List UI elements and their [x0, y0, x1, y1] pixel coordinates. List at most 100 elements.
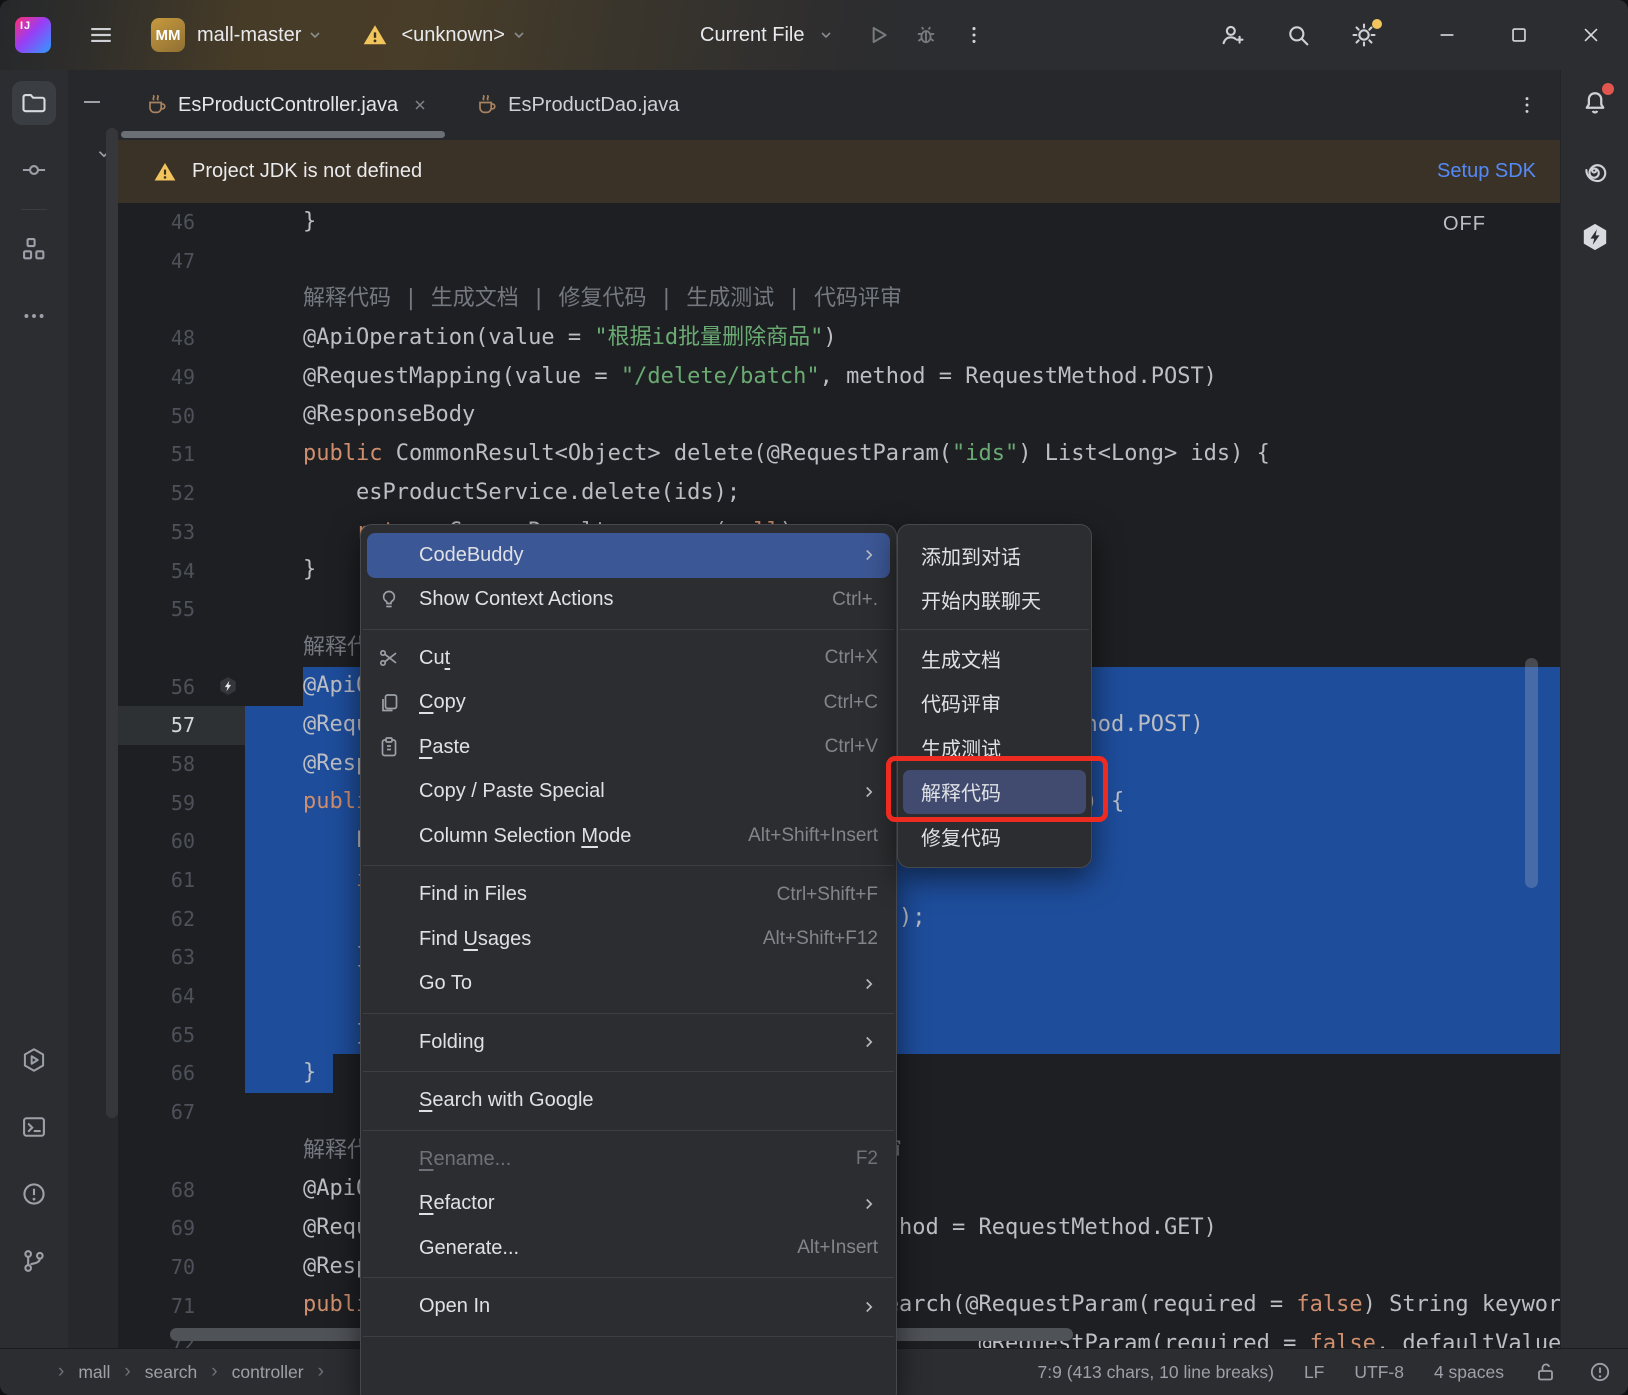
menu-item[interactable]: Search with Google	[361, 1079, 896, 1124]
code-text[interactable]: @ApiOperation(value = "根据id批量删除商品")	[245, 319, 1560, 358]
line-number[interactable]: 56	[118, 667, 245, 706]
line-number[interactable]: 67	[118, 1093, 245, 1132]
code-text[interactable]: 解释代码 | 生成文档 | 修复代码 | 生成测试 | 代码评审	[245, 280, 1560, 319]
line-number[interactable]: 69	[118, 1209, 245, 1248]
caret-position[interactable]: 7:9 (413 chars, 10 line breaks)	[1038, 1362, 1274, 1383]
menu-item[interactable]: 添加到对话	[898, 533, 1091, 578]
vertical-scrollbar[interactable]	[1525, 658, 1538, 888]
line-number[interactable]: 58	[118, 745, 245, 784]
menu-item[interactable]: Refactor	[361, 1182, 896, 1227]
line-number[interactable]: 52	[118, 474, 245, 513]
line-number[interactable]: 57	[118, 706, 245, 745]
editor-tab[interactable]: EsProductDao.java	[448, 70, 699, 140]
menu-item[interactable]: Folding	[361, 1020, 896, 1065]
line-number[interactable]	[118, 280, 245, 319]
tab-close-icon[interactable]	[412, 97, 428, 113]
menu-item[interactable]: CodeBuddy	[367, 533, 890, 578]
code-with-me-icon[interactable]	[1212, 15, 1252, 55]
menu-item[interactable]: 生成文档	[898, 636, 1091, 681]
line-number[interactable]: 46	[118, 203, 245, 242]
menu-item[interactable]: Go To	[361, 962, 896, 1007]
menu-item[interactable]: CutCtrl+X	[361, 636, 896, 681]
maximize-button[interactable]	[1496, 12, 1542, 58]
notifications-bell-icon[interactable]	[1573, 81, 1617, 125]
menu-item[interactable]: 代码评审	[898, 681, 1091, 726]
settings-gear-icon[interactable]	[1344, 15, 1384, 55]
structure-tool-icon[interactable]	[12, 227, 56, 271]
minimize-button[interactable]	[1424, 12, 1470, 58]
commit-tool-icon[interactable]	[12, 148, 56, 192]
breadcrumb-item[interactable]: mall	[78, 1362, 110, 1383]
problems-tool-icon[interactable]	[12, 1172, 56, 1216]
line-number[interactable]: 54	[118, 551, 245, 590]
menu-item[interactable]: Generate...Alt+Insert	[361, 1226, 896, 1271]
splitter-bar[interactable]	[106, 128, 118, 1118]
close-button[interactable]	[1568, 12, 1614, 58]
line-number[interactable]: 55	[118, 590, 245, 629]
run-configuration[interactable]: <unknown>	[401, 24, 504, 47]
line-number[interactable]: 63	[118, 938, 245, 977]
menu-item[interactable]: 生成测试	[898, 725, 1091, 770]
search-everywhere-icon[interactable]	[1278, 15, 1318, 55]
debug-button[interactable]	[906, 15, 946, 55]
line-number[interactable]: 51	[118, 435, 245, 474]
setup-sdk-link[interactable]: Setup SDK	[1437, 160, 1536, 183]
menu-item[interactable]: 解释代码	[903, 770, 1086, 815]
unlock-icon[interactable]	[1534, 1360, 1558, 1384]
project-tool-icon[interactable]	[12, 81, 56, 125]
line-number[interactable]: 50	[118, 396, 245, 435]
menu-item[interactable]: Show Context ActionsCtrl+.	[361, 578, 896, 623]
services-tool-icon[interactable]	[12, 1038, 56, 1082]
line-number[interactable]: 62	[118, 899, 245, 938]
run-widget-selector[interactable]: Current File	[700, 24, 804, 47]
hide-window-icon[interactable]	[80, 92, 104, 112]
menu-item[interactable]: CopyCtrl+C	[361, 681, 896, 726]
codebuddy-icon[interactable]	[1573, 215, 1617, 259]
line-ending[interactable]: LF	[1304, 1362, 1324, 1383]
menu-item[interactable]: Find UsagesAlt+Shift+F12	[361, 917, 896, 962]
terminal-tool-icon[interactable]	[12, 1105, 56, 1149]
breadcrumb[interactable]: ›mall›search›controller›	[58, 1361, 324, 1383]
menu-item[interactable]: Open In	[361, 1285, 896, 1330]
project-name[interactable]: mall-master	[197, 24, 301, 47]
ai-assistant-icon[interactable]	[1573, 148, 1617, 192]
line-number[interactable]	[118, 629, 245, 668]
line-number[interactable]: 68	[118, 1170, 245, 1209]
menu-item[interactable]: 修复代码	[898, 814, 1091, 859]
breadcrumb-item[interactable]: controller	[232, 1362, 304, 1383]
file-encoding[interactable]: UTF-8	[1354, 1362, 1404, 1383]
tab-options-icon[interactable]	[1516, 70, 1560, 140]
line-number[interactable]	[118, 1132, 245, 1171]
menu-item[interactable]: Find in FilesCtrl+Shift+F	[361, 873, 896, 918]
indent-setting[interactable]: 4 spaces	[1434, 1362, 1504, 1383]
menu-item[interactable]: Column Selection ModeAlt+Shift+Insert	[361, 814, 896, 859]
line-number[interactable]: 49	[118, 358, 245, 397]
code-text[interactable]: }	[245, 203, 1560, 242]
editor-tab[interactable]: EsProductController.java	[118, 70, 448, 140]
run-button[interactable]	[858, 15, 898, 55]
line-number[interactable]: 60	[118, 822, 245, 861]
more-tool-windows-icon[interactable]	[12, 294, 56, 338]
line-number[interactable]: 48	[118, 319, 245, 358]
line-number[interactable]: 47	[118, 242, 245, 281]
code-text[interactable]: esProductService.delete(ids);	[245, 474, 1560, 513]
main-menu-hamburger-icon[interactable]	[81, 15, 121, 55]
code-text[interactable]: @ResponseBody	[245, 396, 1560, 435]
line-number[interactable]: 71	[118, 1286, 245, 1325]
line-number[interactable]: 61	[118, 861, 245, 900]
line-number[interactable]: 53	[118, 513, 245, 552]
line-number[interactable]: 64	[118, 977, 245, 1016]
menu-item[interactable]: 开始内联聊天	[898, 578, 1091, 623]
project-badge[interactable]: MM	[151, 18, 185, 52]
line-number[interactable]: 65	[118, 1015, 245, 1054]
code-text[interactable]	[245, 242, 1560, 281]
code-text[interactable]: @RequestMapping(value = "/delete/batch",…	[245, 358, 1560, 397]
code-text[interactable]: public CommonResult<Object> delete(@Requ…	[245, 435, 1560, 474]
codebuddy-gutter-icon[interactable]	[217, 675, 239, 697]
inspection-status-icon[interactable]	[1588, 1360, 1612, 1384]
menu-item[interactable]: PasteCtrl+V	[361, 725, 896, 770]
line-number[interactable]: 59	[118, 783, 245, 822]
breadcrumb-item[interactable]: search	[145, 1362, 198, 1383]
line-number[interactable]: 66	[118, 1054, 245, 1093]
menu-item[interactable]: Copy / Paste Special	[361, 770, 896, 815]
